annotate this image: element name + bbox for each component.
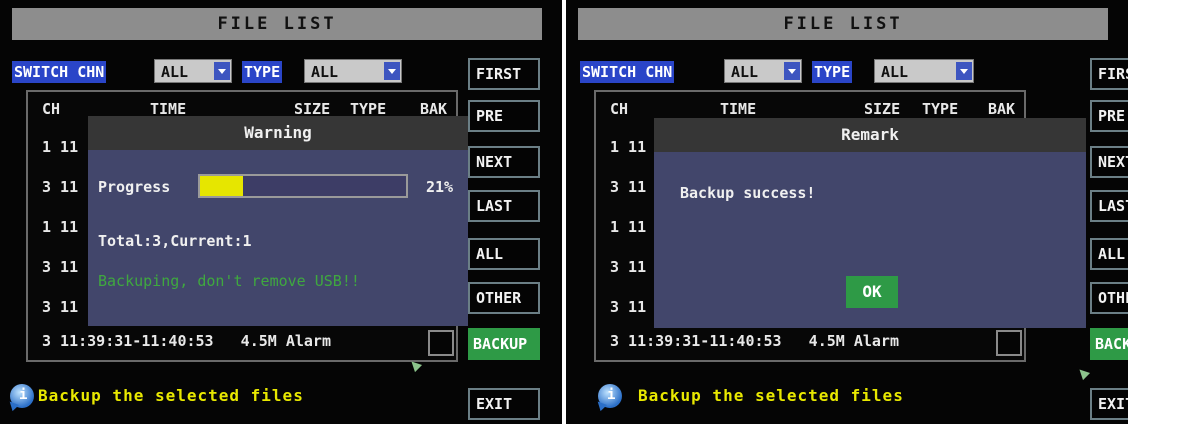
filter-bar: SWITCH CHN ALL TYPE ALL — [12, 58, 452, 86]
file-list-screen-success: FILE LIST SWITCH CHN ALL TYPE ALL CH TIM… — [566, 0, 1128, 424]
list-item[interactable]: 3 11 — [42, 298, 78, 316]
window-title: FILE LIST — [578, 8, 1108, 40]
last-button[interactable]: LAST — [468, 190, 540, 222]
column-header-bak: BAK — [988, 100, 1016, 118]
progress-label: Progress — [98, 178, 171, 196]
window-title: FILE LIST — [12, 8, 542, 40]
list-item[interactable]: 3 11 — [42, 178, 78, 196]
progress-bar — [198, 174, 408, 198]
hint-text: Backup the selected files — [638, 386, 904, 405]
type-select-value: ALL — [881, 63, 909, 81]
exit-button[interactable]: EXIT — [468, 388, 540, 420]
channel-select[interactable]: ALL — [724, 59, 802, 83]
exit-button[interactable]: EXIT — [1090, 388, 1128, 420]
remark-dialog: Remark Backup success! OK — [654, 118, 1086, 328]
other-button[interactable]: OTHER — [1090, 282, 1128, 314]
switch-chn-label: SWITCH CHN — [12, 61, 107, 83]
list-item[interactable]: 3 11:39:31-11:40:53 4.5M Alarm — [42, 332, 331, 350]
column-header-size: SIZE — [864, 100, 901, 118]
type-label: TYPE — [242, 61, 283, 83]
filter-bar: SWITCH CHN ALL TYPE ALL — [578, 58, 1018, 86]
column-header-ch: CH — [42, 100, 61, 118]
list-item[interactable]: 1 11 — [42, 218, 78, 236]
backup-checkbox[interactable] — [996, 330, 1022, 356]
next-button[interactable]: NEXT — [1090, 146, 1128, 178]
list-item[interactable]: 3 11 — [610, 178, 646, 196]
info-bubble-icon: i — [598, 384, 622, 408]
list-item[interactable]: 3 11 — [42, 258, 78, 276]
first-button[interactable]: FIRST — [468, 58, 540, 90]
usb-warning-text: Backuping, don't remove USB!! — [98, 272, 360, 290]
column-header-time: TIME — [720, 100, 757, 118]
channel-select-value: ALL — [731, 63, 759, 81]
total-current-text: Total:3,Current:1 — [98, 232, 252, 250]
pre-button[interactable]: PRE — [468, 100, 540, 132]
dialog-title: Warning — [88, 116, 468, 150]
backup-button[interactable]: BACKUP — [468, 328, 540, 360]
other-button[interactable]: OTHER — [468, 282, 540, 314]
info-bubble-icon: i — [10, 384, 34, 408]
list-item[interactable]: 1 11 — [42, 138, 78, 156]
last-button[interactable]: LAST — [1090, 190, 1128, 222]
progress-percent: 21% — [426, 178, 454, 196]
column-header-ch: CH — [610, 100, 629, 118]
mouse-cursor-icon — [1075, 365, 1091, 381]
hint-text: Backup the selected files — [38, 386, 304, 405]
all-button[interactable]: ALL — [1090, 238, 1128, 270]
channel-select-value: ALL — [161, 63, 189, 81]
first-button[interactable]: FIRST — [1090, 58, 1128, 90]
progress-bar-fill — [200, 176, 244, 196]
pre-button[interactable]: PRE — [1090, 100, 1128, 132]
channel-select[interactable]: ALL — [154, 59, 232, 83]
type-label: TYPE — [812, 61, 853, 83]
file-list-screen-progress: FILE LIST SWITCH CHN ALL TYPE ALL CH TIM… — [0, 0, 562, 424]
column-header-type: TYPE — [922, 100, 959, 118]
ok-button[interactable]: OK — [846, 276, 898, 308]
backup-button[interactable]: BACKUP — [1090, 328, 1128, 360]
list-item[interactable]: 3 11 — [610, 298, 646, 316]
dropdown-arrow-icon[interactable] — [784, 62, 800, 80]
dropdown-arrow-icon[interactable] — [214, 62, 230, 80]
list-item[interactable]: 3 11:39:31-11:40:53 4.5M Alarm — [610, 332, 899, 350]
dialog-title: Remark — [654, 118, 1086, 152]
next-button[interactable]: NEXT — [468, 146, 540, 178]
dialog-message: Backup success! — [680, 184, 816, 202]
warning-dialog: Warning Progress 21% Total:3,Current:1 B… — [88, 116, 468, 326]
list-item[interactable]: 1 11 — [610, 138, 646, 156]
dropdown-arrow-icon[interactable] — [956, 62, 972, 80]
type-select-value: ALL — [311, 63, 339, 81]
backup-checkbox[interactable] — [428, 330, 454, 356]
all-button[interactable]: ALL — [468, 238, 540, 270]
dropdown-arrow-icon[interactable] — [384, 62, 400, 80]
type-select[interactable]: ALL — [304, 59, 402, 83]
type-select[interactable]: ALL — [874, 59, 974, 83]
switch-chn-label: SWITCH CHN — [580, 61, 675, 83]
list-item[interactable]: 1 11 — [610, 218, 646, 236]
list-item[interactable]: 3 11 — [610, 258, 646, 276]
